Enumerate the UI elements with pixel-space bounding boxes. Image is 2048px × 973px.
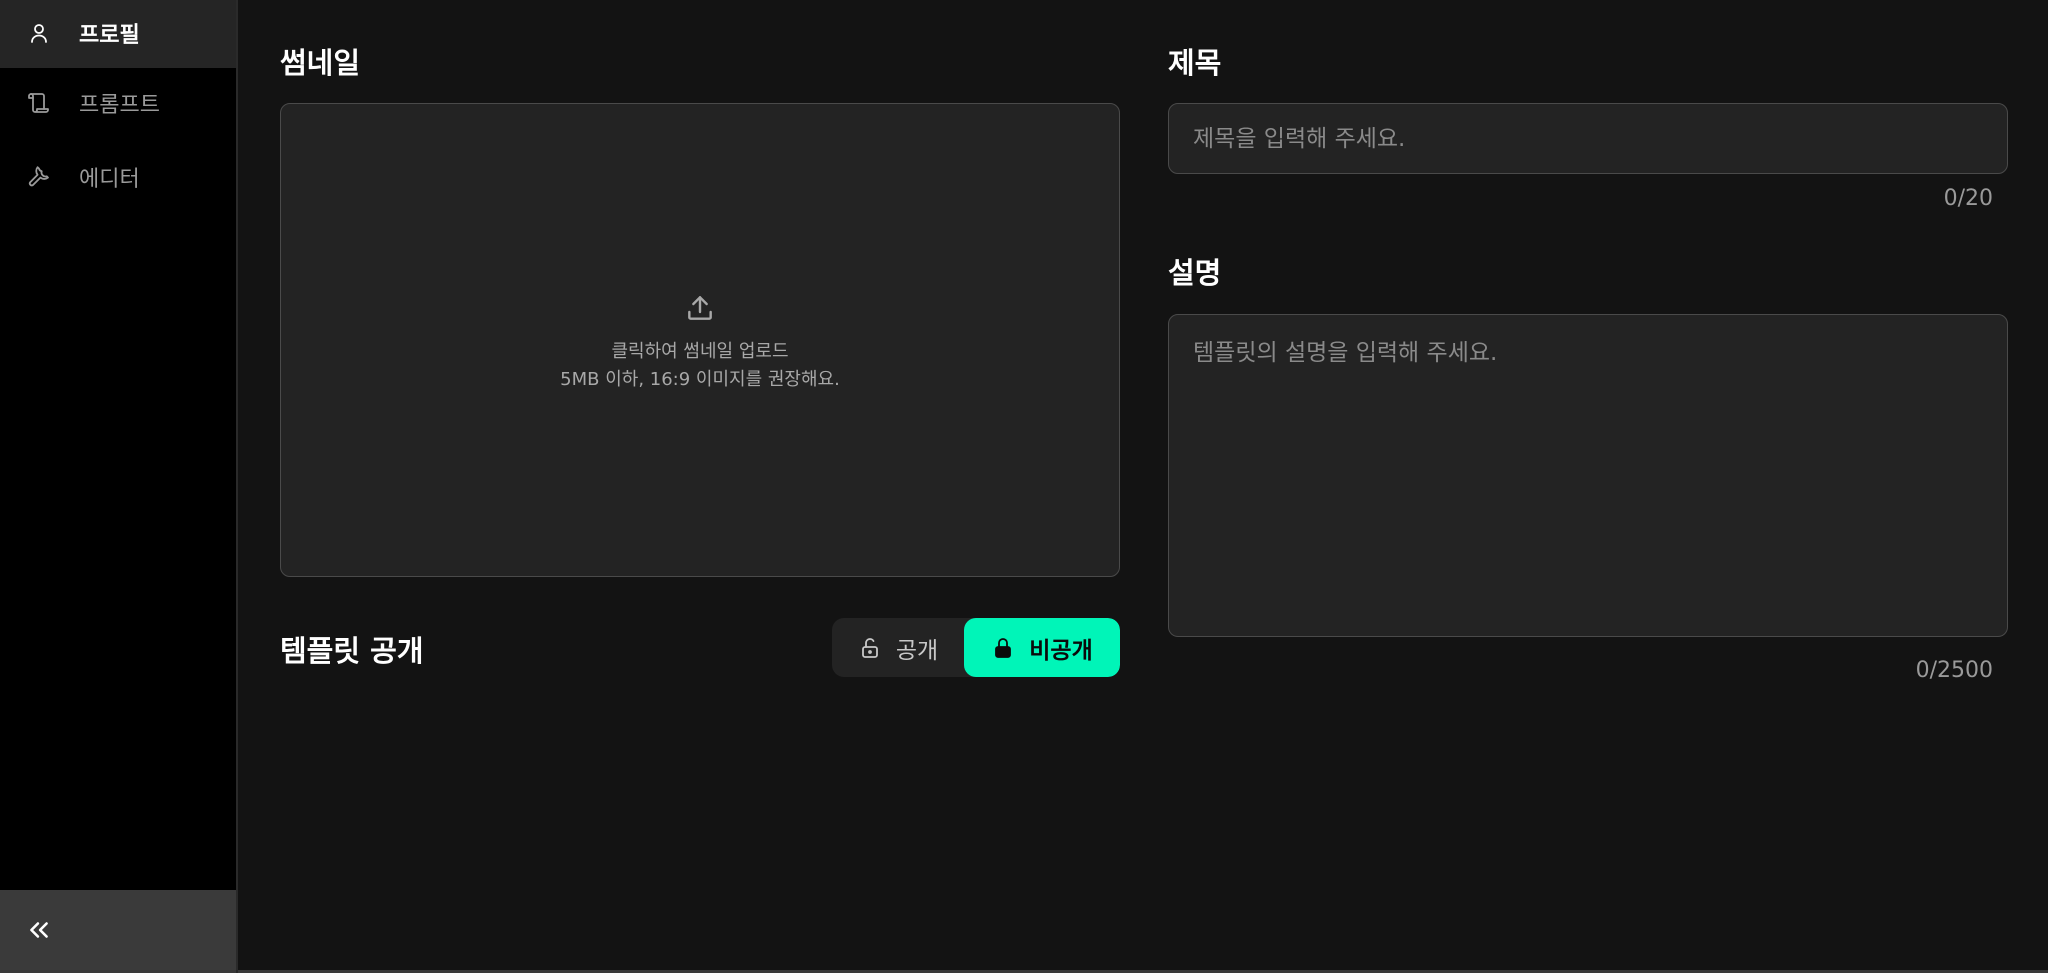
sidebar-item-prompt[interactable]: 프롬프트: [0, 68, 236, 138]
visibility-toggle: 공개 비공개: [832, 618, 1120, 677]
description-input[interactable]: [1168, 314, 2008, 637]
upload-instruction: 클릭하여 썸네일 업로드: [611, 341, 789, 362]
collapse-sidebar-button[interactable]: [0, 890, 236, 973]
thumbnail-heading: 썸네일: [280, 46, 361, 80]
unlock-icon: [858, 636, 882, 660]
user-icon: [27, 21, 51, 45]
upload-icon: [684, 292, 716, 324]
scroll-icon: [27, 91, 51, 115]
private-option-button[interactable]: 비공개: [964, 618, 1120, 677]
sidebar-item-label: 프롬프트: [79, 93, 160, 118]
wrench-icon: [27, 165, 51, 189]
sidebar-item-editor[interactable]: 에디터: [0, 142, 236, 212]
public-option-label: 공개: [895, 637, 939, 664]
app-root: 프로필 프롬프트 에디터 썸네일 클릭하여 썸네일 업로드 5MB 이하, 16…: [0, 0, 2048, 973]
title-heading: 제목: [1168, 46, 1222, 80]
private-option-label: 비공개: [1029, 637, 1093, 664]
sidebar-item-label: 프로필: [79, 23, 140, 48]
lock-icon: [991, 636, 1015, 660]
sidebar-item-label: 에디터: [79, 167, 140, 192]
sidebar-item-profile[interactable]: 프로필: [0, 0, 236, 68]
title-input[interactable]: [1168, 103, 2008, 174]
double-chevron-left-icon: [26, 917, 52, 947]
visibility-heading: 템플릿 공개: [280, 634, 424, 668]
title-char-counter: 0/20: [1943, 186, 1993, 211]
description-heading: 설명: [1168, 256, 1222, 290]
public-option-button[interactable]: 공개: [832, 618, 964, 677]
sidebar: 프로필 프롬프트 에디터: [0, 0, 238, 973]
description-char-counter: 0/2500: [1915, 658, 1993, 683]
thumbnail-upload-area[interactable]: 클릭하여 썸네일 업로드 5MB 이하, 16:9 이미지를 권장해요.: [280, 103, 1120, 577]
upload-hint: 5MB 이하, 16:9 이미지를 권장해요.: [560, 369, 840, 390]
